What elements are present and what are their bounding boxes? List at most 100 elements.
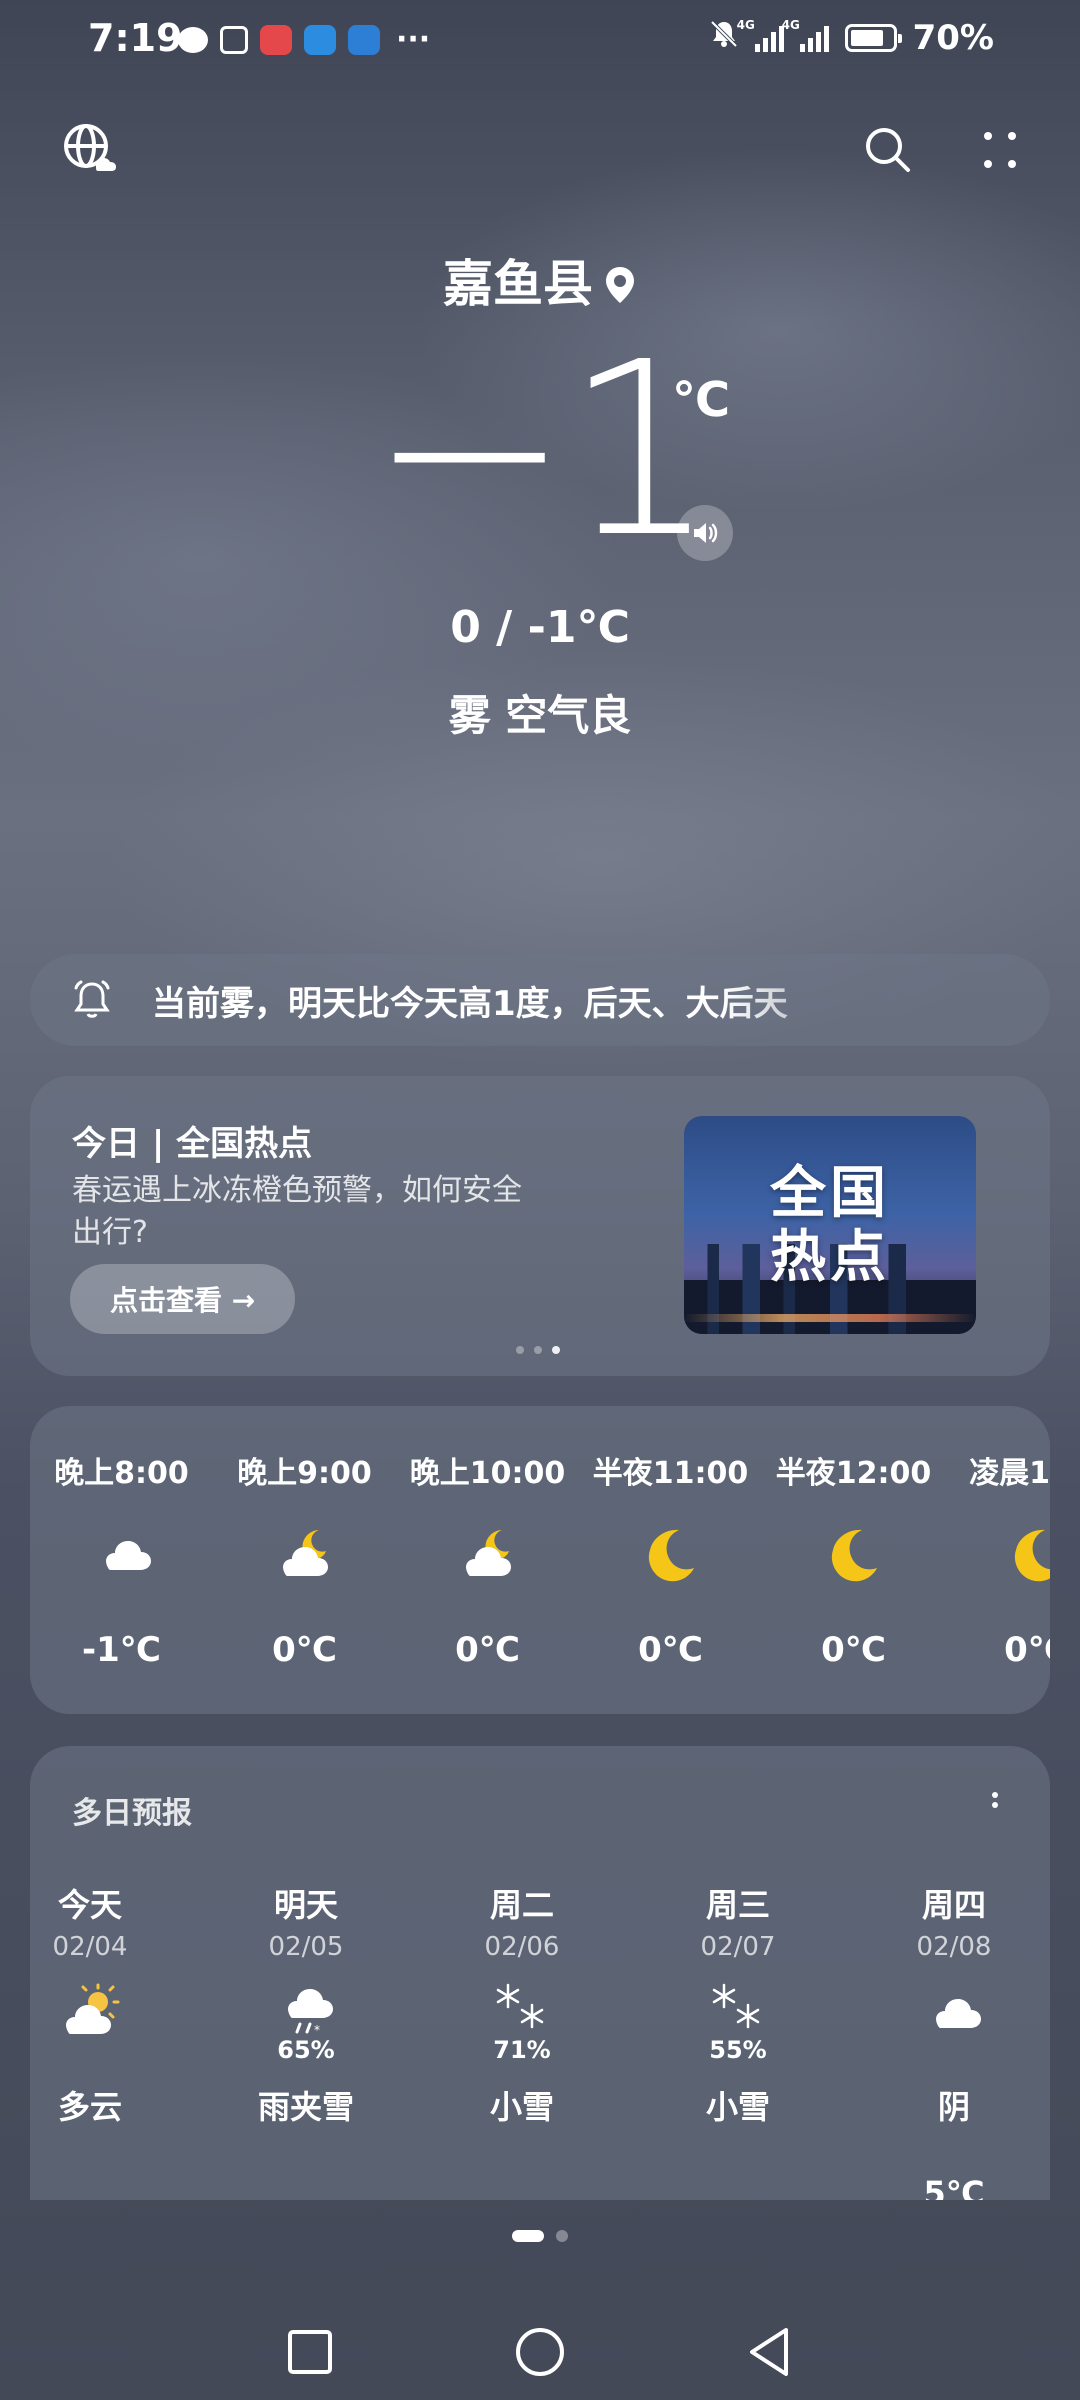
hourly-temperature: 0℃: [821, 1630, 886, 1670]
overcast-icon: [922, 1982, 986, 2040]
cloud-icon: [92, 1524, 156, 1588]
day-weather: 小雪: [489, 2088, 554, 2126]
cloud-moon-icon: [275, 1524, 339, 1588]
day-weather: 阴: [937, 2088, 970, 2126]
daily-forecast-card[interactable]: 多日预报 今天 02/04 多云 明天 02/05 * 65% 雨夹雪 周二 02/06 71% 小雪…: [30, 1746, 1050, 2200]
daily-item[interactable]: 明天 02/05 * 65% 雨夹雪: [236, 1746, 376, 2200]
city-lights: [684, 1314, 976, 1322]
hot-news-image[interactable]: 全国 热点: [684, 1116, 976, 1334]
page-dot-active: [512, 2230, 544, 2242]
day-date: 02/08: [916, 1932, 992, 1962]
hourly-item[interactable]: 半夜11:00 0℃: [579, 1406, 762, 1714]
message-notification-icon: [178, 26, 208, 53]
hourly-item[interactable]: 半夜12:00 0℃: [762, 1406, 945, 1714]
hourly-time: 凌晨1:00: [969, 1456, 1050, 1491]
moon-icon: [1007, 1524, 1050, 1588]
hourly-time: 半夜11:00: [592, 1456, 749, 1491]
location-pin-icon: [606, 267, 634, 303]
hot-news-description: 春运遇上冰冻橙色预警，如何安全出行?: [72, 1173, 522, 1250]
daily-item[interactable]: 今天 02/04 多云: [30, 1746, 160, 2200]
huawei-app-icon: [260, 24, 292, 55]
carousel-indicator: [516, 1346, 560, 1354]
hotspot-icon: [348, 24, 380, 55]
location-name: 嘉鱼县: [443, 255, 593, 313]
day-date: 02/05: [268, 1932, 344, 1962]
hourly-item[interactable]: 晚上9:00 0℃: [213, 1406, 396, 1714]
cloud-moon-icon: [458, 1524, 522, 1588]
image-label-line1: 全国: [770, 1161, 890, 1226]
recent-apps-button[interactable]: [280, 2322, 340, 2382]
hourly-temperature: -1℃: [82, 1630, 161, 1670]
network-type-1: 4G: [736, 18, 755, 32]
city-management-globe-icon[interactable]: [62, 120, 118, 176]
image-label-line2: 热点: [770, 1225, 890, 1290]
daily-item[interactable]: 周二 02/06 71% 小雪: [452, 1746, 592, 2200]
svg-text:*: *: [314, 2023, 320, 2037]
day-name: 明天: [273, 1886, 338, 1924]
location-title[interactable]: 嘉鱼县: [0, 244, 1080, 316]
view-details-button[interactable]: 点击查看 →: [70, 1264, 296, 1334]
hourly-item[interactable]: 晚上8:00 -1℃: [30, 1406, 213, 1714]
snow-icon: [706, 1982, 770, 2040]
weather-app-icon: [304, 24, 336, 55]
battery-percent: 70%: [912, 18, 994, 58]
signal-2-icon: 4G: [782, 18, 829, 52]
day-date: 02/07: [700, 1932, 776, 1962]
alert-bell-icon: [74, 980, 110, 1018]
daily-item[interactable]: 周四 02/08 阴 5℃: [884, 1746, 1024, 2200]
notification-icons: ···: [178, 22, 430, 57]
day-name: 周二: [489, 1886, 554, 1924]
back-button[interactable]: [740, 2322, 800, 2382]
carousel-dot-active: [552, 1346, 560, 1354]
more-notifications-icon: ···: [396, 22, 431, 57]
hourly-time: 晚上9:00: [237, 1456, 372, 1491]
search-icon[interactable]: [862, 124, 914, 176]
page-dot: [556, 2230, 568, 2242]
speaker-icon: [694, 523, 718, 543]
status-time: 7:19: [88, 16, 183, 60]
hand-notification-icon: [220, 25, 248, 54]
hourly-time: 晚上8:00: [54, 1456, 189, 1491]
page-indicator: [0, 2230, 1080, 2242]
daily-item[interactable]: 周三 02/07 55% 小雪: [668, 1746, 808, 2200]
battery-icon: [844, 24, 902, 52]
hot-news-title: 今日 | 全国热点: [72, 1124, 313, 1164]
more-options-icon[interactable]: [978, 124, 1022, 176]
weather-condition: 雾 空气良: [448, 691, 632, 740]
status-bar: 7:19 ··· 4G 4G 70%: [0, 0, 1080, 80]
hourly-temperature: 0℃: [638, 1630, 703, 1670]
partly-cloudy-icon: [58, 1982, 122, 2040]
precipitation-chance: 71%: [493, 2036, 551, 2064]
home-button[interactable]: [510, 2322, 570, 2382]
snow-icon: [490, 1982, 554, 2040]
carousel-dot: [516, 1346, 524, 1354]
day-high-temperature: 5℃: [923, 2174, 985, 2200]
precipitation-chance: 65%: [277, 2036, 335, 2064]
day-weather: 多云: [57, 2088, 122, 2126]
alert-text: 当前雾，明天比今天高1度，后天、大后天: [152, 983, 788, 1024]
hourly-temperature: 0℃: [272, 1630, 337, 1670]
hourly-time: 晚上10:00: [409, 1456, 566, 1491]
sleet-icon: *: [274, 1982, 338, 2040]
system-navigation-bar: [0, 2300, 1080, 2400]
moon-icon: [641, 1524, 705, 1588]
day-name: 周四: [921, 1886, 986, 1924]
moon-icon: [824, 1524, 888, 1588]
network-type-2: 4G: [781, 18, 800, 32]
status-right: 4G 4G 70%: [709, 18, 994, 58]
hourly-temperature: 0℃: [455, 1630, 520, 1670]
hourly-forecast-row[interactable]: 晚上8:00 -1℃ 晚上9:00 0℃ 晚上10:00 0℃ 半夜11:00 0℃ 半夜12:…: [30, 1406, 1050, 1714]
day-date: 02/06: [484, 1932, 560, 1962]
hourly-temperature: 0℃: [1004, 1630, 1050, 1670]
carousel-dot: [534, 1346, 542, 1354]
weather-alert-bar[interactable]: 当前雾，明天比今天高1度，后天、大后天: [30, 954, 1050, 1046]
hourly-time: 半夜12:00: [775, 1456, 932, 1491]
day-date: 02/04: [52, 1932, 128, 1962]
hourly-forecast-card[interactable]: 晚上8:00 -1℃ 晚上9:00 0℃ 晚上10:00 0℃ 半夜11:00 0℃ 半夜12:…: [30, 1406, 1050, 1714]
hot-news-card[interactable]: 今日 | 全国热点 春运遇上冰冻橙色预警，如何安全出行? 点击查看 → 全国 热…: [30, 1076, 1050, 1376]
hourly-item[interactable]: 凌晨1:00 0℃: [945, 1406, 1050, 1714]
signal-1-icon: 4G: [737, 18, 784, 52]
hourly-item[interactable]: 晚上10:00 0℃: [396, 1406, 579, 1714]
day-name: 今天: [57, 1886, 122, 1924]
voice-broadcast-button[interactable]: [677, 505, 733, 561]
